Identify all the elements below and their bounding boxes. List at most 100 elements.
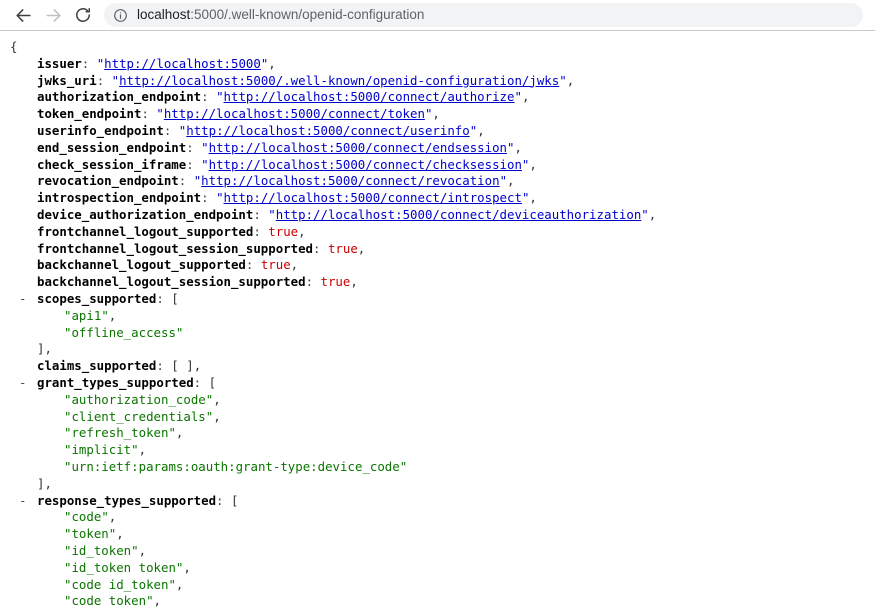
json-value-string: client_credentials xyxy=(71,408,206,424)
json-row-authorization-endpoint: authorization_endpoint: "http://localhos… xyxy=(37,89,530,105)
json-row-claims-supported: claims_supported: [ ], xyxy=(37,358,202,374)
json-key: check_session_iframe xyxy=(37,156,187,172)
json-value-link[interactable]: http://localhost:5000/connect/introspect xyxy=(224,190,522,205)
json-key: end_session_endpoint xyxy=(37,139,187,155)
address-bar[interactable]: localhost:5000/.well-known/openid-config… xyxy=(104,3,863,27)
json-value-link[interactable]: http://localhost:5000/connect/userinfo xyxy=(186,123,469,138)
json-array-item: "code id_token", xyxy=(64,576,184,592)
collapse-toggle-icon[interactable]: - xyxy=(19,493,29,510)
json-key: userinfo_endpoint xyxy=(37,122,164,138)
json-row-userinfo-endpoint: userinfo_endpoint: "http://localhost:500… xyxy=(37,122,485,138)
json-value-link[interactable]: http://localhost:5000/connect/revocation xyxy=(201,173,499,188)
json-array-item: "code", xyxy=(64,509,117,525)
json-row-grant-types-supported: - grant_types_supported: [ xyxy=(19,374,217,392)
quote-open: " xyxy=(216,89,224,105)
json-value-link[interactable]: http://localhost:5000/connect/deviceauth… xyxy=(276,207,642,222)
quote-open: " xyxy=(111,72,120,88)
json-row-issuer: issuer: "http://localhost:5000", xyxy=(37,55,276,71)
json-key: frontchannel_logout_supported xyxy=(37,223,254,239)
json-row-backchannel-logout-supported: backchannel_logout_supported: true, xyxy=(37,257,299,273)
json-array-item: "code token", xyxy=(64,593,162,609)
json-value-string: offline_access xyxy=(71,324,176,340)
json-value-string: code id_token xyxy=(71,576,169,592)
json-key: introspection_endpoint xyxy=(37,190,202,206)
json-value-link[interactable]: http://localhost:5000/connect/endsession xyxy=(209,140,507,155)
quote-open: " xyxy=(201,139,209,155)
json-array-close: ], xyxy=(37,341,52,357)
address-bar-text: localhost:5000/.well-known/openid-config… xyxy=(137,3,424,27)
collapse-toggle-icon[interactable]: - xyxy=(19,375,29,392)
json-empty-array: [ ] xyxy=(171,358,194,374)
json-key: token_endpoint xyxy=(37,106,142,122)
json-value-boolean: true xyxy=(320,274,351,290)
json-row-device-authorization-endpoint: device_authorization_endpoint: "http://l… xyxy=(37,206,657,222)
json-value-string: refresh_token xyxy=(71,425,169,441)
quote-close: " xyxy=(514,89,522,105)
json-key: revocation_endpoint xyxy=(37,173,179,189)
json-row-backchannel-logout-session-supported: backchannel_logout_session_supported: tr… xyxy=(37,274,358,290)
json-row-revocation-endpoint: revocation_endpoint: "http://localhost:5… xyxy=(37,173,515,189)
json-open-brace: { xyxy=(10,39,18,54)
json-value-link[interactable]: http://localhost:5000/connect/checksessi… xyxy=(209,157,522,172)
json-array-item: "id_token token", xyxy=(64,559,191,575)
json-value-string: id_token token xyxy=(71,559,176,575)
json-array-item: "offline_access" xyxy=(64,324,184,340)
json-value-link[interactable]: http://localhost:5000/connect/authorize xyxy=(224,89,515,104)
json-row-token-endpoint: token_endpoint: "http://localhost:5000/c… xyxy=(37,106,440,122)
json-value-string: api1 xyxy=(71,307,102,323)
json-key: backchannel_logout_supported xyxy=(37,257,246,273)
quote-close: " xyxy=(559,72,567,88)
json-row-frontchannel-logout-supported: frontchannel_logout_supported: true, xyxy=(37,223,306,239)
json-value-link[interactable]: http://localhost:5000/.well-known/openid… xyxy=(119,73,559,88)
quote-open: " xyxy=(156,106,164,122)
json-value-link[interactable]: http://localhost:5000 xyxy=(104,56,261,71)
quote-close: " xyxy=(499,173,508,189)
quote-open: " xyxy=(268,206,276,222)
json-key: authorization_endpoint xyxy=(37,89,202,105)
json-row-frontchannel-logout-session-supported: frontchannel_logout_session_supported: t… xyxy=(37,240,366,256)
json-row-end-session-endpoint: end_session_endpoint: "http://localhost:… xyxy=(37,139,522,155)
json-array-close: ], xyxy=(37,475,52,491)
quote-open: " xyxy=(201,156,209,172)
back-button[interactable] xyxy=(8,1,38,29)
json-value-link[interactable]: http://localhost:5000/connect/token xyxy=(164,106,425,121)
quote-close: " xyxy=(641,206,649,222)
json-array-item: "authorization_code", xyxy=(64,391,221,407)
json-value-string: code xyxy=(71,509,102,525)
json-array-item: "token", xyxy=(64,526,124,542)
json-array-item: "id_token", xyxy=(64,542,147,558)
json-key: jwks_uri xyxy=(37,72,97,88)
arrow-left-icon xyxy=(14,6,33,25)
reload-button[interactable] xyxy=(68,1,98,29)
json-value-boolean: true xyxy=(327,240,358,256)
json-key: frontchannel_logout_session_supported xyxy=(37,240,314,256)
json-key: response_types_supported xyxy=(37,492,217,508)
json-row-jwks-uri: jwks_uri: "http://localhost:5000/.well-k… xyxy=(37,72,575,88)
address-bar-host: localhost xyxy=(137,7,191,22)
json-value-string: id_token xyxy=(71,542,132,558)
json-key: grant_types_supported xyxy=(37,374,194,390)
info-circle-icon[interactable] xyxy=(113,8,128,23)
arrow-right-icon xyxy=(44,6,63,25)
json-key: device_authorization_endpoint xyxy=(37,206,254,222)
json-array-item: "api1", xyxy=(64,307,117,323)
json-key: issuer xyxy=(37,55,82,71)
json-value-string: code token xyxy=(71,593,147,609)
json-key: claims_supported xyxy=(37,358,157,374)
json-array-item: "refresh_token", xyxy=(64,425,184,441)
json-array-item: "client_credentials", xyxy=(64,408,221,424)
json-viewer-content: { issuer: "http://localhost:5000", jwks_… xyxy=(0,31,875,611)
json-key: scopes_supported xyxy=(37,290,157,306)
json-value-string: implicit xyxy=(71,442,132,458)
json-row-scopes-supported: - scopes_supported: [ xyxy=(19,290,179,308)
quote-open: " xyxy=(216,190,224,206)
json-row-introspection-endpoint: introspection_endpoint: "http://localhos… xyxy=(37,190,537,206)
address-bar-path: :5000/.well-known/openid-configuration xyxy=(190,7,425,22)
json-row-response-types-supported: - response_types_supported: [ xyxy=(19,492,239,510)
collapse-toggle-icon[interactable]: - xyxy=(19,291,29,308)
reload-icon xyxy=(74,6,92,24)
json-value-string: urn:ietf:params:oauth:grant-type:device_… xyxy=(71,458,400,474)
forward-button[interactable] xyxy=(38,1,68,29)
json-array-item: "urn:ietf:params:oauth:grant-type:device… xyxy=(64,458,408,474)
json-value-string: authorization_code xyxy=(71,391,206,407)
